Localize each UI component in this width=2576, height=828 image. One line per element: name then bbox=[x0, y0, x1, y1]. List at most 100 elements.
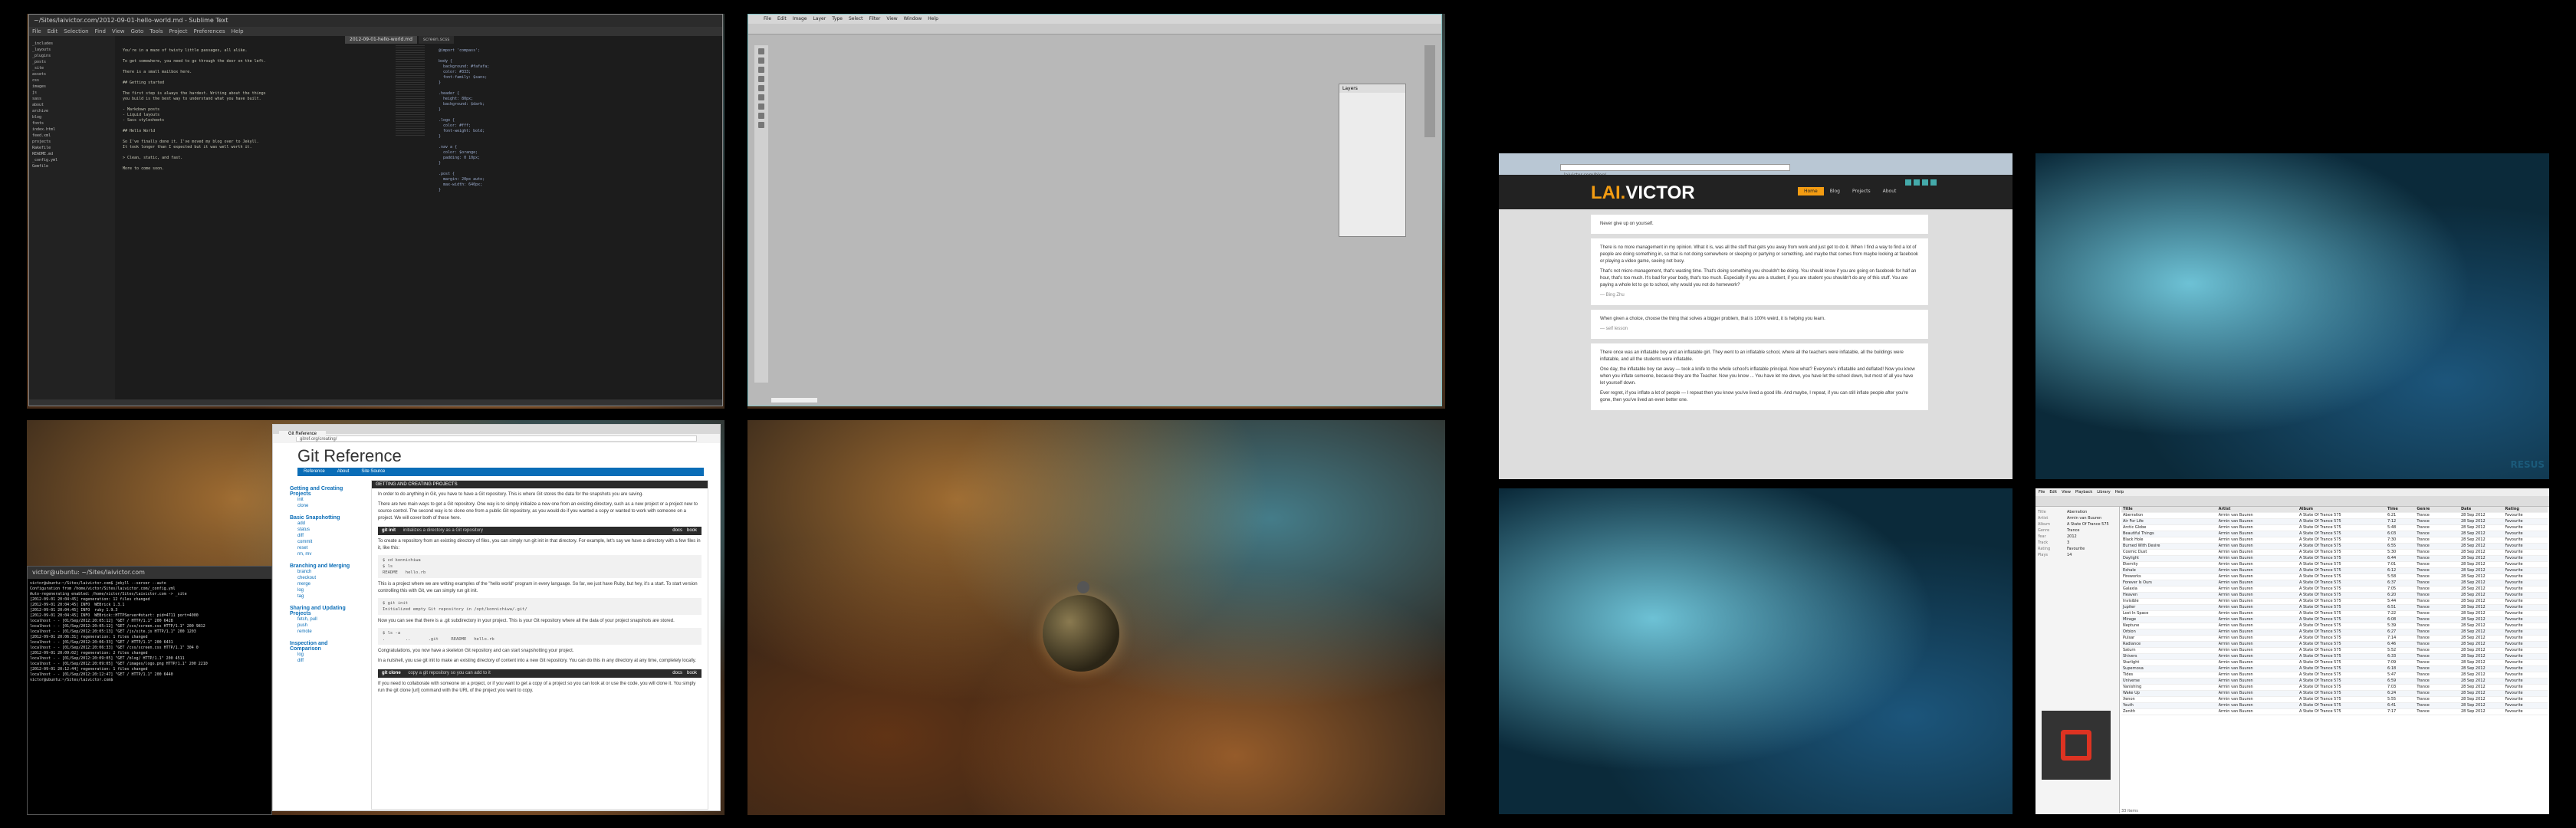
property-value[interactable]: Trance bbox=[2067, 527, 2079, 534]
folder-item[interactable]: Rakefile bbox=[32, 145, 112, 151]
menu-item[interactable]: Project bbox=[169, 28, 188, 34]
folder-item[interactable]: about bbox=[32, 102, 112, 108]
nav-link[interactable]: Reference bbox=[297, 468, 331, 476]
table-row[interactable]: Arctic Globe Armin van Buuren A State Of T… bbox=[2121, 525, 2548, 531]
table-row[interactable]: Shivers Armin van Buuren A State Of Trance… bbox=[2121, 654, 2548, 660]
folder-item[interactable]: archive bbox=[32, 108, 112, 114]
folder-item[interactable]: _includes bbox=[32, 41, 112, 47]
property-value[interactable]: 2012 bbox=[2067, 534, 2077, 540]
folder-item[interactable]: images bbox=[32, 84, 112, 90]
property-value[interactable]: Favourite bbox=[2067, 546, 2085, 552]
minimap[interactable] bbox=[396, 45, 425, 137]
nav-link[interactable]: Projects bbox=[1846, 187, 1877, 196]
menu-item[interactable]: Find bbox=[95, 28, 106, 34]
folder-item[interactable]: README.md bbox=[32, 151, 112, 157]
folder-item[interactable]: css bbox=[32, 77, 112, 84]
menu-item[interactable]: File bbox=[32, 28, 41, 34]
table-row[interactable]: Pulsar Armin van Buuren A State Of Trance … bbox=[2121, 636, 2548, 642]
table-row[interactable]: Eternity Armin van Buuren A State Of Tranc… bbox=[2121, 562, 2548, 568]
table-row[interactable]: Burned With Desire Armin van Buuren A Stat… bbox=[2121, 544, 2548, 550]
table-row[interactable]: Heaven Armin van Buuren A State Of Trance … bbox=[2121, 593, 2548, 599]
table-row[interactable]: Invisible Armin van Buuren A State Of Tran… bbox=[2121, 599, 2548, 605]
table-row[interactable]: Cosmic Dust Armin van Buuren A State Of Tr… bbox=[2121, 550, 2548, 556]
column-header[interactable]: Title bbox=[2121, 507, 2217, 512]
menu-item[interactable]: Preferences bbox=[193, 28, 225, 34]
menu-item[interactable]: Edit bbox=[777, 16, 787, 21]
column-header[interactable]: Genre bbox=[2415, 507, 2459, 512]
site-logo[interactable]: LAI.VICTOR bbox=[1591, 182, 1695, 204]
folder-sidebar[interactable]: _includes _layouts _plugins _posts _site asse… bbox=[29, 36, 115, 406]
tab-markdown[interactable]: 2012-09-01-hello-world.md bbox=[345, 36, 417, 44]
sidebar-link[interactable]: commit bbox=[290, 539, 359, 545]
rss-icon[interactable] bbox=[1930, 179, 1937, 186]
folder-item[interactable]: assets bbox=[32, 71, 112, 77]
table-row[interactable]: Youth Armin van Buuren A State Of Trance 5… bbox=[2121, 703, 2548, 709]
menu-item[interactable]: Type bbox=[832, 16, 843, 21]
menu-item[interactable]: Window bbox=[904, 16, 922, 21]
table-row[interactable]: Xenon Armin van Buuren A State Of Trance 5… bbox=[2121, 697, 2548, 703]
terminal-output[interactable]: victor@ubuntu:~/Sites/laivictor.com$ jek… bbox=[28, 579, 271, 685]
pen-tool-icon[interactable] bbox=[758, 113, 764, 119]
sidebar-link[interactable]: merge bbox=[290, 581, 359, 587]
property-value[interactable]: A State Of Trance 575 bbox=[2067, 521, 2109, 527]
table-row[interactable]: Supernova Armin van Buuren A State Of Tran… bbox=[2121, 666, 2548, 672]
folder-item[interactable]: feed.xml bbox=[32, 133, 112, 139]
folder-item[interactable]: blog bbox=[32, 114, 112, 120]
sidebar-link[interactable]: log bbox=[290, 652, 359, 658]
menu-item[interactable]: Help bbox=[232, 28, 244, 34]
menu-item[interactable]: File bbox=[764, 16, 771, 21]
folder-item[interactable]: _plugins bbox=[32, 53, 112, 59]
sidebar-link[interactable]: diff bbox=[290, 658, 359, 664]
table-row[interactable]: Mirage Armin van Buuren A State Of Trance … bbox=[2121, 617, 2548, 623]
table-row[interactable]: Aberration Armin van Buuren A State Of Tra… bbox=[2121, 513, 2548, 519]
sidebar-link[interactable]: init bbox=[290, 497, 359, 503]
text-tool-icon[interactable] bbox=[758, 104, 764, 110]
sidebar-link[interactable]: log bbox=[290, 587, 359, 593]
nav-link[interactable]: Site Source bbox=[355, 468, 391, 476]
menu-item[interactable]: Library bbox=[2097, 490, 2110, 495]
table-row[interactable]: Radiance Armin van Buuren A State Of Tranc… bbox=[2121, 642, 2548, 648]
property-value[interactable]: Armin van Buuren bbox=[2067, 515, 2101, 521]
folder-item[interactable]: index.html bbox=[32, 127, 112, 133]
menu-item[interactable]: Tools bbox=[150, 28, 163, 34]
brush-tool-icon[interactable] bbox=[758, 85, 764, 91]
table-row[interactable]: Air For Life Armin van Buuren A State Of T… bbox=[2121, 519, 2548, 525]
sidebar-link[interactable]: push bbox=[290, 623, 359, 629]
folder-item[interactable]: fonts bbox=[32, 120, 112, 127]
sidebar-link[interactable]: checkout bbox=[290, 575, 359, 581]
zoom-tool-icon[interactable] bbox=[758, 122, 764, 128]
book-link[interactable]: book bbox=[687, 527, 697, 535]
table-row[interactable]: Daylight Armin van Buuren A State Of Tranc… bbox=[2121, 556, 2548, 562]
crop-tool-icon[interactable] bbox=[758, 76, 764, 82]
column-header[interactable]: Artist bbox=[2217, 507, 2298, 512]
menu-item[interactable]: Layer bbox=[813, 16, 826, 21]
sidebar-link[interactable]: reset bbox=[290, 545, 359, 551]
table-row[interactable]: Universe Armin van Buuren A State Of Tranc… bbox=[2121, 678, 2548, 685]
folder-item[interactable]: _site bbox=[32, 65, 112, 71]
sidebar-link[interactable]: diff bbox=[290, 533, 359, 539]
menu-item[interactable]: View bbox=[112, 28, 125, 34]
menu-item[interactable]: Selection bbox=[64, 28, 88, 34]
sidebar-link[interactable]: add bbox=[290, 521, 359, 527]
folder-item[interactable]: sass bbox=[32, 96, 112, 102]
table-row[interactable]: Vanishing Armin van Buuren A State Of Tran… bbox=[2121, 685, 2548, 691]
eraser-tool-icon[interactable] bbox=[758, 94, 764, 100]
table-row[interactable]: Zenith Armin van Buuren A State Of Trance … bbox=[2121, 709, 2548, 715]
property-value[interactable]: Aberration bbox=[2067, 509, 2087, 515]
github-icon[interactable] bbox=[1914, 179, 1920, 186]
sidebar-link[interactable]: rm, mv bbox=[290, 551, 359, 557]
twitter-icon[interactable] bbox=[1905, 179, 1911, 186]
menu-item[interactable]: View bbox=[886, 16, 897, 21]
markdown-editor[interactable]: You're in a maze of twisty little passag… bbox=[120, 45, 396, 406]
table-row[interactable]: Orbion Armin van Buuren A State Of Trance … bbox=[2121, 629, 2548, 636]
move-tool-icon[interactable] bbox=[758, 48, 764, 54]
table-row[interactable]: Beautiful Things Armin van Buuren A State … bbox=[2121, 531, 2548, 537]
table-row[interactable]: Lost In Space Armin van Buuren A State Of … bbox=[2121, 611, 2548, 617]
table-row[interactable]: Tides Armin van Buuren A State Of Trance 5… bbox=[2121, 672, 2548, 678]
menu-item[interactable]: Help bbox=[928, 16, 938, 21]
folder-item[interactable]: _layouts bbox=[32, 47, 112, 53]
table-row[interactable]: Starlight Armin van Buuren A State Of Tran… bbox=[2121, 660, 2548, 666]
url-field[interactable]: gitref.org/creating/ bbox=[296, 435, 697, 442]
table-row[interactable]: Wake Up Armin van Buuren A State Of Trance… bbox=[2121, 691, 2548, 697]
property-value[interactable]: 14 bbox=[2067, 552, 2072, 558]
